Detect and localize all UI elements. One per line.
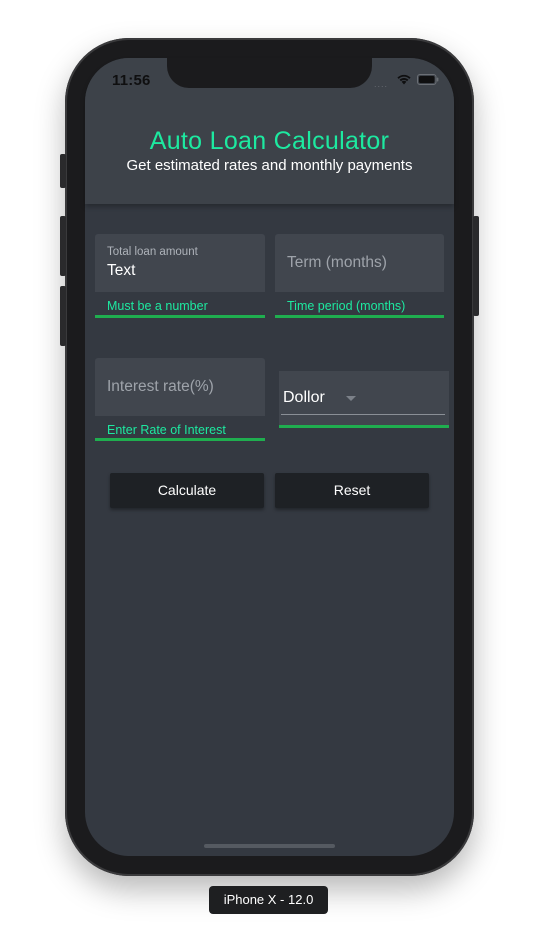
- loan-amount-value[interactable]: Text: [107, 262, 135, 280]
- page-subtitle: Get estimated rates and monthly payments: [126, 157, 413, 174]
- term-field[interactable]: Term (months): [275, 234, 444, 292]
- status-time: 11:56: [112, 72, 151, 89]
- mute-switch: [60, 154, 66, 188]
- loan-amount-field[interactable]: Total loan amount Text: [95, 234, 265, 292]
- currency-dropdown[interactable]: Dollor: [279, 371, 449, 425]
- dropdown-line: [281, 414, 445, 415]
- battery-icon: [417, 74, 439, 85]
- loan-amount-underline: [95, 315, 265, 318]
- calculate-button[interactable]: Calculate: [110, 473, 264, 508]
- status-icons: ....: [374, 72, 440, 89]
- term-placeholder[interactable]: Term (months): [287, 254, 387, 272]
- power-button: [473, 216, 479, 316]
- interest-rate-placeholder[interactable]: Interest rate(%): [107, 378, 214, 396]
- signal-icon: ....: [374, 79, 389, 89]
- volume-up-button: [60, 216, 66, 276]
- term-helper: Time period (months): [287, 299, 406, 313]
- interest-rate-underline: [95, 438, 265, 441]
- volume-down-button: [60, 286, 66, 346]
- reset-button[interactable]: Reset: [275, 473, 429, 508]
- loan-amount-helper: Must be a number: [107, 299, 208, 313]
- simulator-stage: 11:56 .... Auto Loan Calculator Get esti…: [0, 0, 538, 950]
- currency-underline: [279, 425, 449, 428]
- term-underline: [275, 315, 444, 318]
- loan-amount-label: Total loan amount: [107, 246, 198, 258]
- home-indicator[interactable]: [204, 844, 335, 848]
- currency-selected: Dollor: [283, 389, 325, 406]
- interest-rate-field[interactable]: Interest rate(%): [95, 358, 265, 416]
- device-notch: [167, 58, 372, 88]
- interest-rate-helper: Enter Rate of Interest: [107, 423, 226, 437]
- chevron-down-icon[interactable]: [346, 396, 356, 401]
- wifi-icon: [397, 74, 411, 85]
- device-label: iPhone X - 12.0: [209, 886, 328, 914]
- page-title: Auto Loan Calculator: [149, 127, 390, 155]
